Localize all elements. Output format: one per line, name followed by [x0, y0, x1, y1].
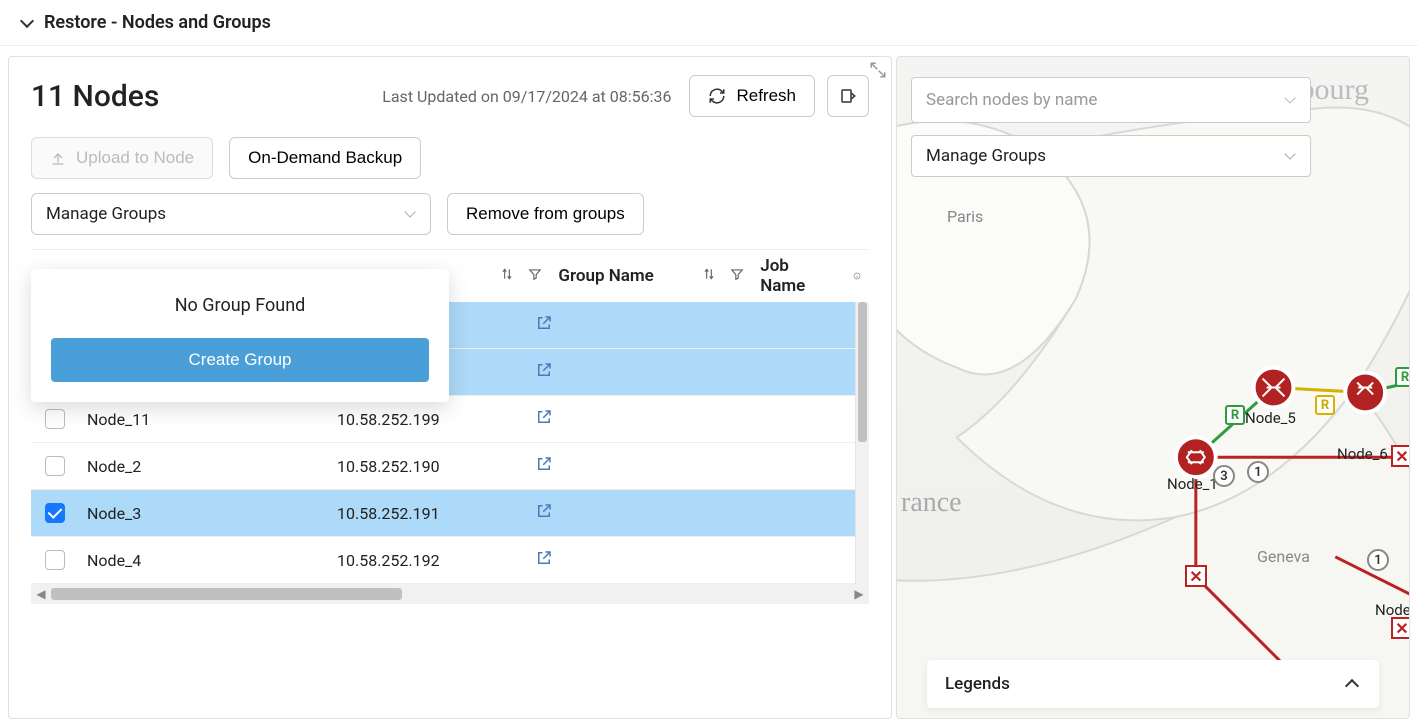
- toolbar-row-2: Manage Groups Remove from groups: [31, 193, 869, 235]
- horizontal-scroll-thumb[interactable]: [51, 588, 402, 600]
- refresh-icon: [708, 87, 726, 105]
- row-checkbox[interactable]: [45, 503, 65, 523]
- filter-icon[interactable]: [730, 266, 744, 287]
- popout-icon: [839, 87, 857, 105]
- refresh-label: Refresh: [736, 86, 796, 106]
- header-info: [845, 268, 869, 284]
- create-group-button[interactable]: Create Group: [51, 338, 429, 382]
- chevron-down-icon: [1284, 150, 1296, 162]
- scroll-left-icon[interactable]: ◀: [31, 587, 51, 601]
- header-group-name[interactable]: Group Name: [550, 266, 684, 286]
- vertical-scroll-thumb[interactable]: [858, 302, 867, 442]
- row-ip: 10.58.252.191: [337, 504, 440, 523]
- external-link-icon[interactable]: [535, 502, 553, 524]
- horizontal-scrollbar[interactable]: ◀ ▶: [31, 584, 869, 604]
- external-link-icon[interactable]: [535, 408, 553, 430]
- remove-label: Remove from groups: [466, 204, 625, 224]
- no-group-found-text: No Group Found: [51, 295, 429, 316]
- backup-label: On-Demand Backup: [248, 148, 402, 168]
- map-panel: Paris Luxembourg rance Geneva Node_1 Nod…: [896, 56, 1410, 719]
- row-name: Node_4: [87, 551, 141, 570]
- external-link-icon[interactable]: [535, 455, 553, 477]
- chevron-down-icon[interactable]: [20, 16, 34, 30]
- popout-button[interactable]: [827, 75, 869, 117]
- row-ip: 10.58.252.192: [337, 551, 440, 570]
- external-link-icon[interactable]: [535, 361, 553, 383]
- info-icon[interactable]: [853, 268, 861, 284]
- main-layout: 11 Nodes Last Updated on 09/17/2024 at 0…: [0, 46, 1418, 719]
- manage-groups-select-label: Manage Groups: [46, 204, 166, 224]
- row-name: Node_3: [87, 504, 141, 523]
- chevron-down-icon: [1284, 94, 1296, 106]
- manage-groups-select[interactable]: Manage Groups: [31, 193, 431, 235]
- row-checkbox[interactable]: [45, 550, 65, 570]
- row-checkbox[interactable]: [45, 409, 65, 429]
- header-tools-1: [482, 266, 550, 287]
- row-name: Node_11: [87, 410, 150, 429]
- create-group-label: Create Group: [189, 350, 292, 369]
- table-row[interactable]: Node_2 10.58.252.190: [31, 443, 869, 490]
- map-manage-groups-select[interactable]: Manage Groups: [911, 135, 1311, 177]
- legends-panel[interactable]: Legends: [927, 660, 1379, 708]
- row-ip: 10.58.252.190: [337, 457, 440, 476]
- filter-icon[interactable]: [528, 266, 542, 287]
- expand-icon[interactable]: [869, 61, 887, 83]
- panel-header: 11 Nodes Last Updated on 09/17/2024 at 0…: [31, 75, 869, 117]
- toolbar-row-1: Upload to Node On-Demand Backup: [31, 137, 869, 179]
- sort-icon[interactable]: [702, 266, 716, 287]
- table-row[interactable]: Node_4 10.58.252.192: [31, 537, 869, 584]
- legends-label: Legends: [945, 674, 1010, 694]
- search-placeholder: Search nodes by name: [926, 90, 1097, 110]
- sort-icon[interactable]: [500, 266, 514, 287]
- search-nodes-input[interactable]: Search nodes by name: [911, 77, 1311, 123]
- breadcrumb-bar: Restore - Nodes and Groups: [0, 0, 1418, 46]
- external-link-icon[interactable]: [535, 549, 553, 571]
- remove-from-groups-button[interactable]: Remove from groups: [447, 193, 644, 235]
- table-row[interactable]: Node_3 10.58.252.191: [31, 490, 869, 537]
- upload-icon: [50, 150, 66, 166]
- table-row[interactable]: Node_11 10.58.252.199: [31, 396, 869, 443]
- refresh-button[interactable]: Refresh: [689, 75, 815, 117]
- vertical-scrollbar[interactable]: [855, 302, 869, 584]
- row-ip: 10.58.252.199: [337, 410, 440, 429]
- nodes-panel: 11 Nodes Last Updated on 09/17/2024 at 0…: [8, 56, 892, 719]
- header-job-name[interactable]: Job Name: [752, 256, 845, 296]
- upload-label: Upload to Node: [76, 148, 194, 168]
- upload-to-node-button: Upload to Node: [31, 137, 213, 179]
- chevron-up-icon[interactable]: [1347, 677, 1361, 691]
- header-tools-2: [684, 266, 752, 287]
- map-manage-groups-label: Manage Groups: [926, 146, 1046, 166]
- panel-header-right: Last Updated on 09/17/2024 at 08:56:36 R…: [382, 75, 869, 117]
- external-link-icon[interactable]: [535, 314, 553, 336]
- map-controls: Search nodes by name Manage Groups: [911, 77, 1311, 177]
- manage-groups-dropdown: No Group Found Create Group: [31, 269, 449, 402]
- on-demand-backup-button[interactable]: On-Demand Backup: [229, 137, 421, 179]
- chevron-down-icon: [404, 208, 416, 220]
- panel-title: 11 Nodes: [31, 79, 159, 114]
- breadcrumb-title: Restore - Nodes and Groups: [44, 12, 271, 33]
- scroll-right-icon[interactable]: ▶: [849, 587, 869, 601]
- row-name: Node_2: [87, 457, 141, 476]
- last-updated-text: Last Updated on 09/17/2024 at 08:56:36: [382, 87, 671, 106]
- row-checkbox[interactable]: [45, 456, 65, 476]
